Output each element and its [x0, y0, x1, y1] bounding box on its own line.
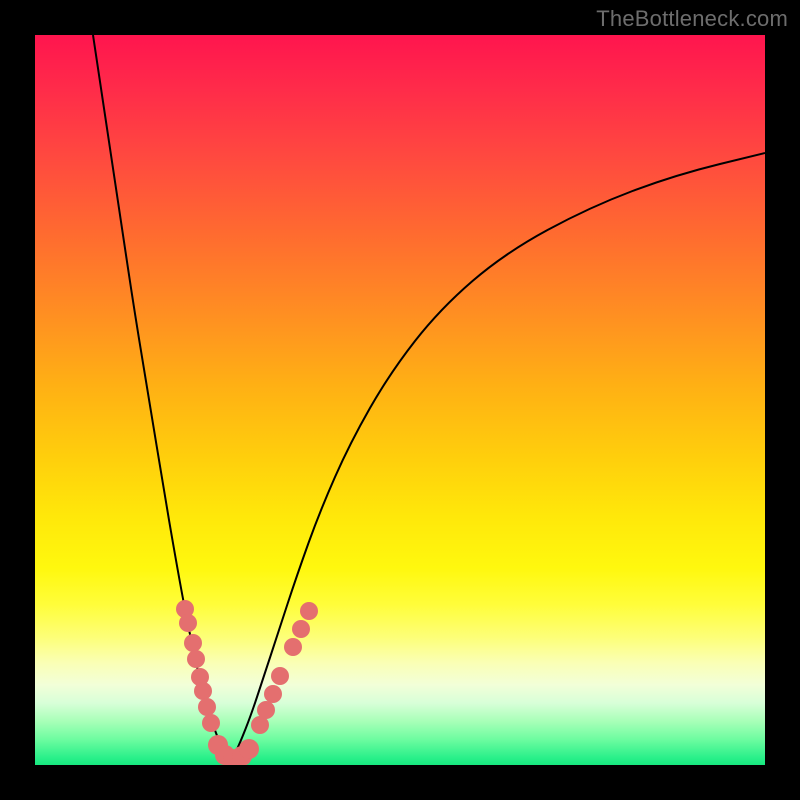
left-bead-3: [184, 634, 202, 652]
bead-markers: [176, 600, 318, 765]
left-bead-6: [194, 682, 212, 700]
right-bead-6: [292, 620, 310, 638]
right-bead-4: [271, 667, 289, 685]
right-bead-2: [257, 701, 275, 719]
trough-5: [239, 739, 259, 759]
watermark-text: TheBottleneck.com: [596, 6, 788, 32]
left-bead-7: [198, 698, 216, 716]
right-bead-5: [284, 638, 302, 656]
right-curve: [231, 153, 765, 762]
right-bead-3: [264, 685, 282, 703]
outer-frame: TheBottleneck.com: [0, 0, 800, 800]
right-bead-7: [300, 602, 318, 620]
left-curve: [93, 35, 231, 762]
left-bead-2: [179, 614, 197, 632]
left-bead-4: [187, 650, 205, 668]
plot-area: [35, 35, 765, 765]
chart-svg: [35, 35, 765, 765]
left-bead-8: [202, 714, 220, 732]
